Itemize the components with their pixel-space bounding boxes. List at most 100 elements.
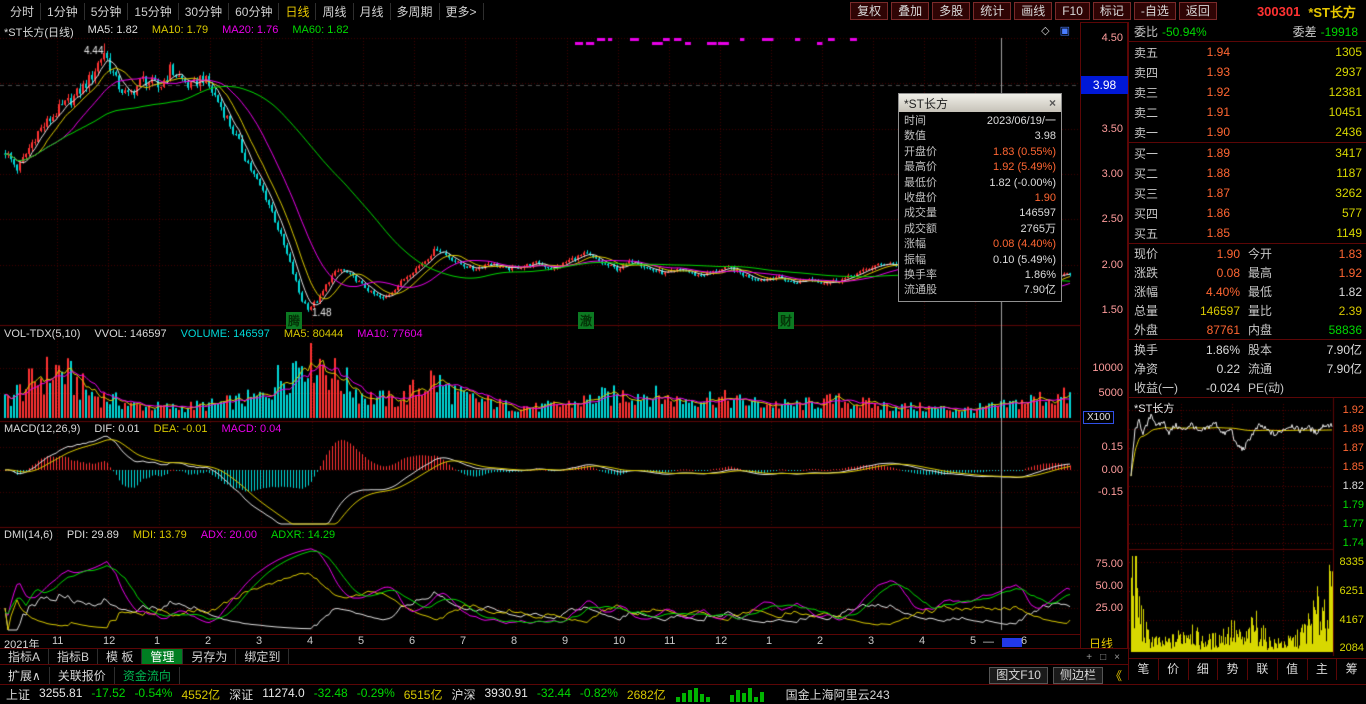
level-label: 买四 bbox=[1134, 206, 1159, 221]
menu-item[interactable]: 多周期 bbox=[391, 2, 440, 20]
stat-row: 外盘 87761 内盘 58836 bbox=[1129, 320, 1366, 339]
ma5-legend: MA5: 1.82 bbox=[87, 24, 138, 36]
toolbar-button[interactable]: 复权 bbox=[850, 2, 889, 20]
level-price: 1.86 bbox=[1206, 206, 1230, 220]
side-tab[interactable]: 值 bbox=[1278, 659, 1308, 680]
panel-toggle-icon[interactable]: ▣ bbox=[1060, 24, 1070, 37]
y-axis-label: 5000 bbox=[1098, 387, 1123, 399]
buy-levels: 买一 1.89 3417 买二 1.88 1187 买三 1.87 3262 买四 1.86 577 买… bbox=[1129, 143, 1366, 244]
indicator-tab[interactable]: 指标B bbox=[49, 649, 99, 665]
quote-level-row[interactable]: 买二 1.88 1187 bbox=[1129, 163, 1366, 183]
ma60-legend: MA60: 1.82 bbox=[292, 24, 349, 36]
side-tab[interactable]: 细 bbox=[1189, 659, 1219, 680]
quote-level-row[interactable]: 买四 1.86 577 bbox=[1129, 203, 1366, 223]
scrollbar-thumb[interactable] bbox=[1002, 638, 1022, 647]
menu-item[interactable]: 分时 bbox=[4, 2, 42, 20]
dif-legend: DIF: 0.01 bbox=[94, 423, 140, 435]
indicator-tab[interactable]: 绑定到 bbox=[236, 649, 290, 665]
close-icon[interactable]: × bbox=[1049, 96, 1056, 110]
quote-level-row[interactable]: 卖四 1.93 2937 bbox=[1129, 62, 1366, 82]
intraday-chart-canvas[interactable] bbox=[1129, 398, 1366, 656]
menu-item[interactable]: 更多> bbox=[440, 2, 484, 20]
level-volume: 12381 bbox=[1328, 85, 1362, 99]
mini-price-label: 1.85 bbox=[1342, 461, 1364, 473]
menu-item[interactable]: 60分钟 bbox=[229, 2, 280, 20]
vol-ma5-legend: MA5: 80444 bbox=[283, 328, 344, 340]
collapse-chevron-icon[interactable]: 《 bbox=[1110, 667, 1122, 684]
pane-control-icon[interactable]: + bbox=[1082, 652, 1096, 663]
stat-row: 涨幅 4.40% 最低 1.82 bbox=[1129, 282, 1366, 301]
level-label: 卖二 bbox=[1134, 105, 1159, 120]
y-axis-label: 10000 bbox=[1092, 362, 1123, 374]
side-tab[interactable]: 联 bbox=[1248, 659, 1278, 680]
extension-tab[interactable]: 扩展∧ bbox=[0, 666, 50, 684]
toolbar-button[interactable]: 多股 bbox=[932, 2, 971, 20]
side-tab[interactable]: 笔 bbox=[1129, 659, 1159, 680]
index-quote-segment: -32.48 bbox=[313, 686, 348, 700]
side-tab[interactable]: 价 bbox=[1159, 659, 1189, 680]
pane-control-icon[interactable]: × bbox=[1110, 652, 1124, 663]
sidebar-button[interactable]: 侧边栏 bbox=[1052, 666, 1103, 684]
side-tab[interactable]: 筹 bbox=[1337, 659, 1366, 680]
quote-level-row[interactable]: 卖五 1.94 1305 bbox=[1129, 42, 1366, 62]
indicator-tab[interactable]: 模 板 bbox=[98, 649, 143, 665]
quote-level-row[interactable]: 买三 1.87 3262 bbox=[1129, 183, 1366, 203]
popup-row-label: 流通股 bbox=[904, 284, 937, 297]
quote-level-row[interactable]: 买五 1.85 1149 bbox=[1129, 223, 1366, 243]
graphic-f10-button[interactable]: 图文F10 bbox=[989, 666, 1048, 684]
menu-item[interactable]: 日线 bbox=[279, 2, 317, 20]
diamond-icon[interactable]: ◇ bbox=[1041, 24, 1049, 37]
popup-row: 开盘价 1.83 (0.55%) bbox=[899, 145, 1061, 160]
toolbar-button[interactable]: F10 bbox=[1055, 2, 1090, 20]
level-price: 1.89 bbox=[1206, 146, 1230, 160]
stat-label: PE(动) bbox=[1248, 381, 1285, 395]
toolbar-button[interactable]: 统计 bbox=[973, 2, 1012, 20]
stat-row: 换手 1.86% 股本 7.90亿 bbox=[1129, 340, 1366, 359]
level-label: 卖四 bbox=[1134, 65, 1159, 80]
popup-row-value: 1.86% bbox=[1024, 268, 1056, 281]
toolbar-button[interactable]: -自选 bbox=[1133, 2, 1176, 20]
pane-control-icon[interactable]: □ bbox=[1096, 652, 1110, 663]
popup-row-value: 1.90 bbox=[1034, 191, 1056, 204]
toolbar-button[interactable]: 叠加 bbox=[891, 2, 930, 20]
stat-label: 收益(一) bbox=[1134, 381, 1178, 395]
menu-item[interactable]: 月线 bbox=[354, 2, 391, 20]
stat-label: 涨幅 bbox=[1134, 285, 1159, 299]
toolbar-button[interactable]: 返回 bbox=[1178, 2, 1217, 20]
weicha-label: 委差 bbox=[1292, 25, 1317, 39]
cursor-price-tag: 3.98 bbox=[1081, 76, 1128, 94]
popup-row-label: 振幅 bbox=[904, 253, 926, 266]
menu-item[interactable]: 1分钟 bbox=[41, 2, 85, 20]
level-label: 买五 bbox=[1134, 226, 1159, 241]
toolbar-button[interactable]: 画线 bbox=[1014, 2, 1053, 20]
menu-item[interactable]: 5分钟 bbox=[85, 2, 129, 20]
side-tab[interactable]: 势 bbox=[1218, 659, 1248, 680]
quote-level-row[interactable]: 卖三 1.92 12381 bbox=[1129, 82, 1366, 102]
quote-level-row[interactable]: 卖二 1.91 10451 bbox=[1129, 102, 1366, 122]
quote-level-row[interactable]: 卖一 1.90 2436 bbox=[1129, 122, 1366, 142]
indicator-tab[interactable]: 另存为 bbox=[183, 649, 237, 665]
level-label: 卖五 bbox=[1134, 45, 1159, 60]
popup-row-label: 收盘价 bbox=[904, 191, 937, 204]
extension-tab[interactable]: 资金流向 bbox=[115, 666, 180, 684]
indicator-tab[interactable]: 指标A bbox=[0, 649, 50, 665]
side-tab[interactable]: 主 bbox=[1308, 659, 1338, 680]
indicator-tab-row: 指标A 指标B 模 板管理 另存为 绑定到 + □ × bbox=[0, 648, 1128, 665]
pane-control-icons: + □ × bbox=[1082, 652, 1128, 663]
adx-legend: ADX: 20.00 bbox=[200, 529, 257, 541]
indicator-tab[interactable]: 管理 bbox=[142, 649, 184, 665]
quote-level-row[interactable]: 买一 1.89 3417 bbox=[1129, 143, 1366, 163]
dmi-pane-header: DMI(14,6) PDI: 29.89 MDI: 13.79 ADX: 20.… bbox=[4, 529, 335, 541]
popup-rows: 时间 2023/06/19/一 数值 3.98 开盘价 1.83 (0.55%) 最高价 1.… bbox=[899, 112, 1061, 301]
toolbar-button[interactable]: 标记 bbox=[1092, 2, 1131, 20]
menu-item[interactable]: 30分钟 bbox=[179, 2, 230, 20]
stock-identity: 300301 *ST长方 bbox=[1217, 2, 1366, 21]
popup-title-bar[interactable]: *ST长方 × bbox=[899, 94, 1061, 112]
menu-item[interactable]: 15分钟 bbox=[128, 2, 179, 20]
extension-tab[interactable]: 关联报价 bbox=[50, 666, 115, 684]
level-volume: 2937 bbox=[1335, 65, 1362, 79]
popup-row: 最低价 1.82 (-0.00%) bbox=[899, 176, 1061, 191]
dea-legend: DEA: -0.01 bbox=[153, 423, 208, 435]
menu-item[interactable]: 周线 bbox=[316, 2, 354, 20]
popup-row: 数值 3.98 bbox=[899, 129, 1061, 144]
